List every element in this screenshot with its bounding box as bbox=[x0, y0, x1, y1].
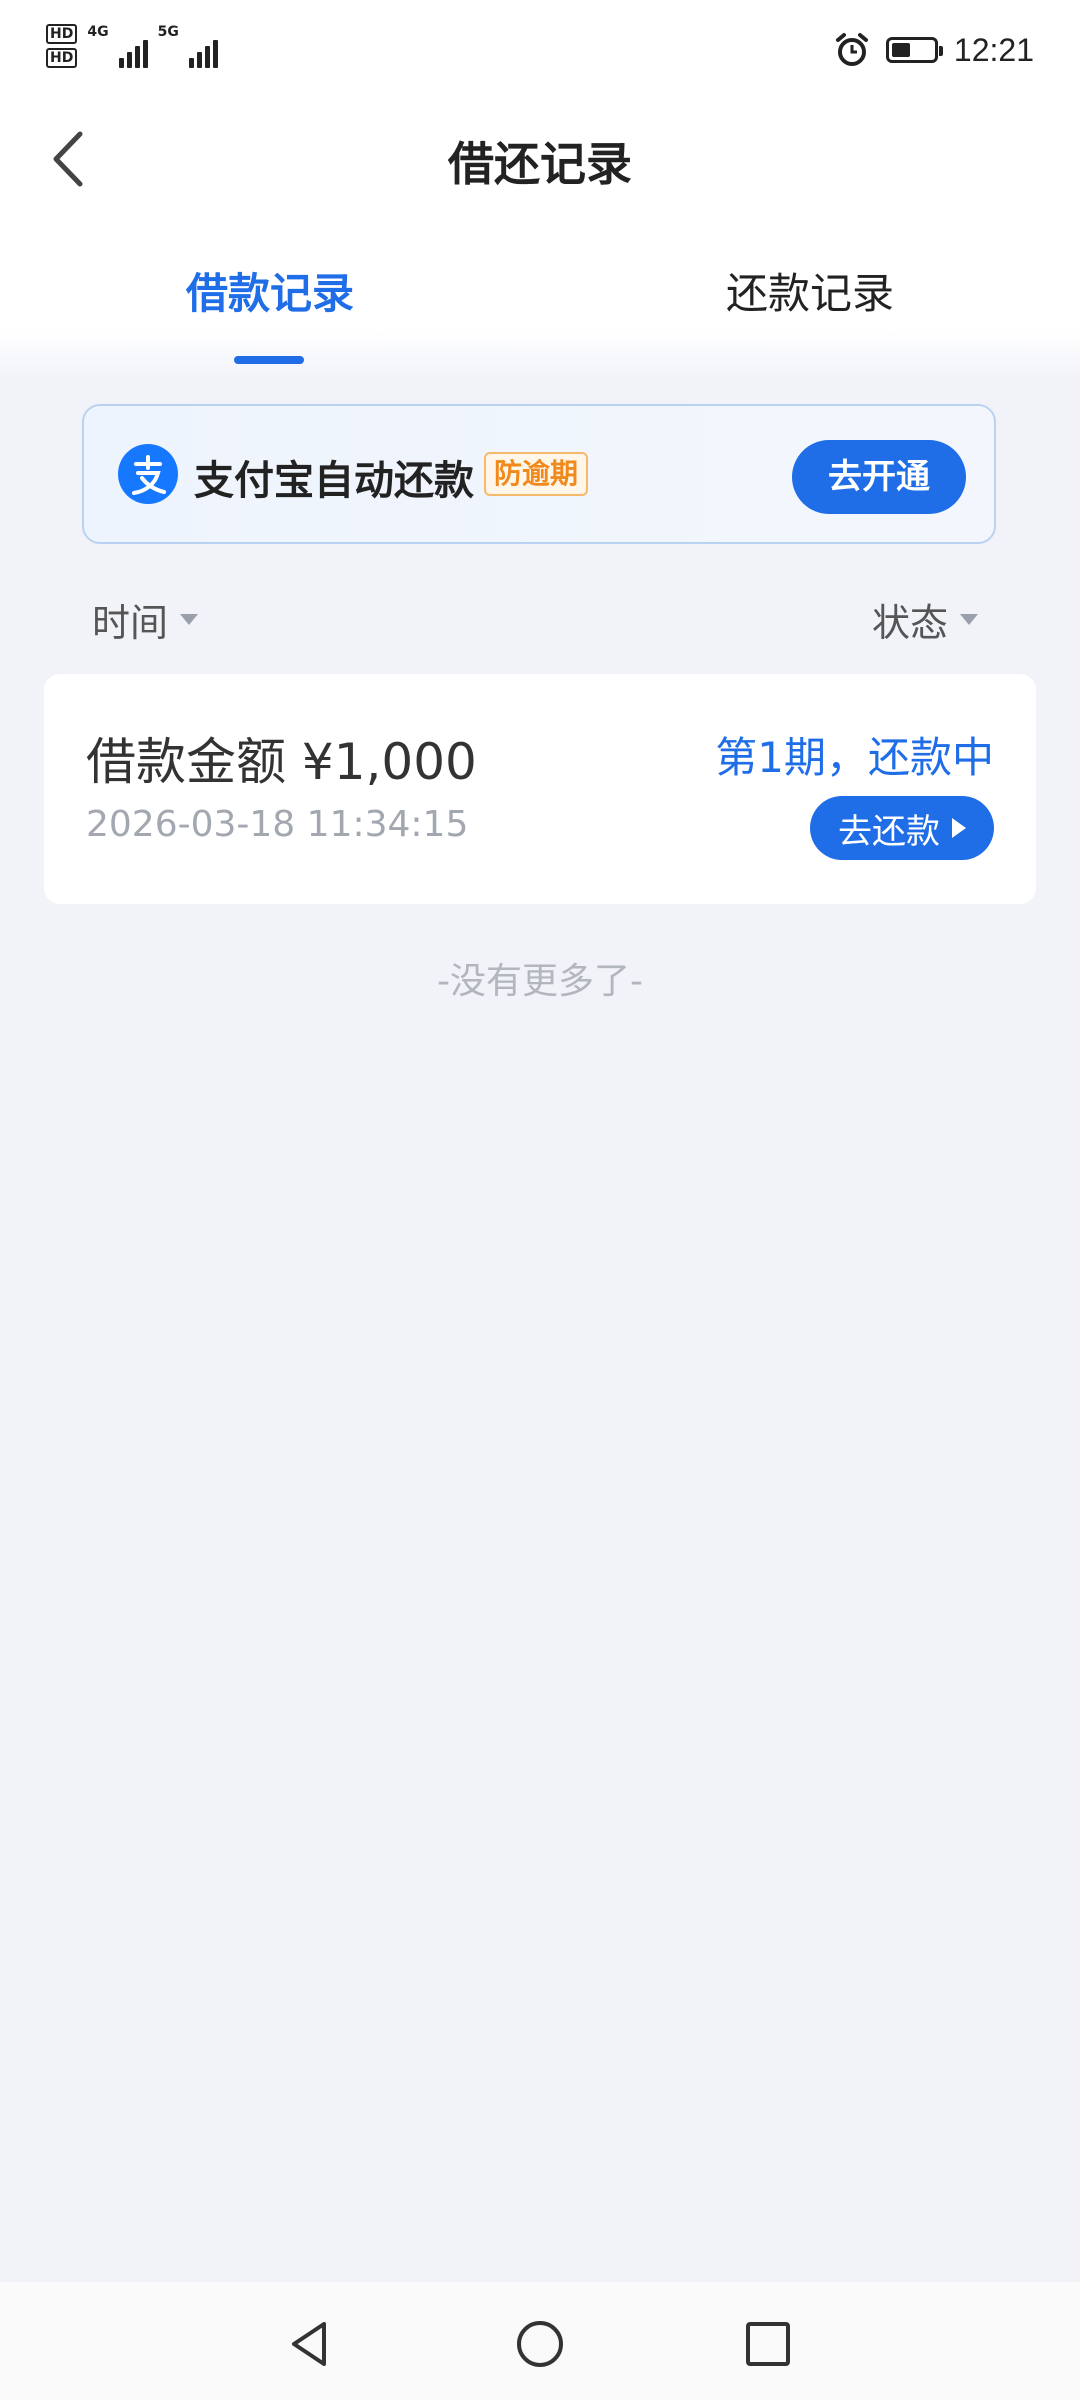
activate-button[interactable]: 去开通 bbox=[792, 440, 966, 514]
loan-record-card[interactable]: 借款金额 ¥1,000 2026-03-18 11:34:15 第1期，还款中 … bbox=[44, 674, 1036, 904]
page-title: 借还记录 bbox=[448, 137, 632, 191]
status-bar: HD HD 4G 5G 12:21 bbox=[0, 0, 1080, 100]
play-arrow-icon bbox=[952, 818, 966, 838]
battery-icon bbox=[885, 37, 943, 63]
caret-down-icon bbox=[960, 614, 979, 625]
nav-recent-square-icon[interactable] bbox=[738, 2314, 798, 2374]
active-tab-indicator bbox=[234, 356, 304, 364]
status-right: 12:21 bbox=[834, 24, 1034, 76]
tab-loan-records[interactable]: 借款记录 bbox=[186, 260, 354, 321]
status-filter[interactable]: 状态 bbox=[872, 592, 979, 647]
loan-amount: 借款金额 ¥1,000 bbox=[86, 733, 477, 791]
system-navigation-bar bbox=[0, 2282, 1080, 2400]
hd-badge-2: HD bbox=[46, 48, 78, 68]
alarm-icon bbox=[835, 33, 868, 66]
end-of-list-text: -没有更多了- bbox=[437, 961, 643, 1002]
tab-repayment-records[interactable]: 还款记录 bbox=[726, 260, 894, 321]
promo-title: 支付宝自动还款 bbox=[194, 458, 474, 504]
loan-date: 2026-03-18 11:34:15 bbox=[86, 804, 469, 845]
go-repay-button[interactable]: 去还款 bbox=[810, 796, 994, 860]
network-4g-label: 4G bbox=[87, 24, 109, 40]
overdue-prevention-badge: 防逾期 bbox=[484, 452, 589, 496]
time-filter-label: 时间 bbox=[92, 601, 169, 645]
time-filter[interactable]: 时间 bbox=[92, 592, 199, 647]
nav-home-circle-icon[interactable] bbox=[510, 2314, 570, 2374]
alipay-autopay-banner: 支付宝自动还款 防逾期 去开通 bbox=[82, 404, 996, 544]
caret-down-icon bbox=[180, 614, 199, 625]
repayment-status: 第1期，还款中 bbox=[715, 733, 994, 782]
signal-bars-icon-2 bbox=[188, 32, 218, 68]
go-repay-label: 去还款 bbox=[838, 811, 940, 852]
signal-bars-icon bbox=[118, 32, 148, 68]
network-5g-label: 5G bbox=[157, 24, 179, 40]
signal-indicators: HD HD 4G 5G bbox=[46, 24, 218, 72]
hd-badge-1: HD bbox=[46, 24, 78, 44]
clock: 12:21 bbox=[953, 31, 1034, 68]
status-filter-label: 状态 bbox=[872, 601, 949, 645]
alipay-logo-icon bbox=[118, 444, 178, 504]
nav-back-triangle-icon[interactable] bbox=[280, 2314, 340, 2374]
